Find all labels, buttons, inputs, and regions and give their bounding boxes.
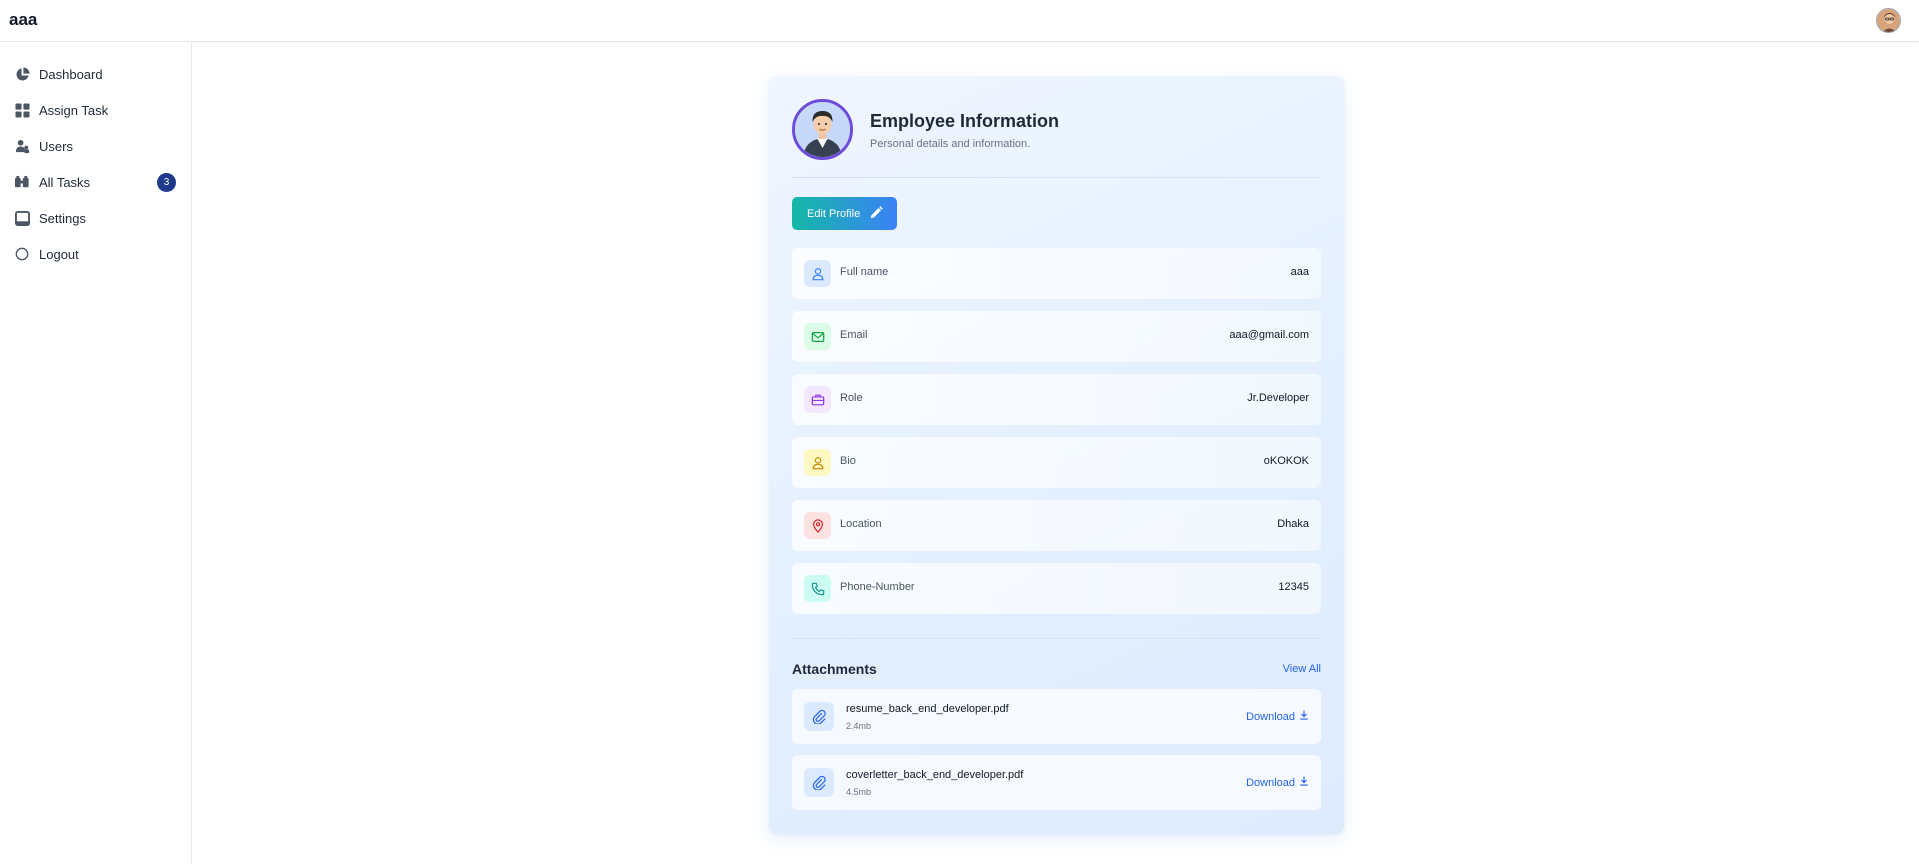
info-row-email: Email aaa@gmail.com xyxy=(792,311,1321,362)
sidebar-item-all-tasks[interactable]: All Tasks 3 xyxy=(0,167,191,197)
attachment-item: coverletter_back_end_developer.pdf 4.5mb… xyxy=(792,755,1321,810)
field-label: Phone-Number xyxy=(840,581,915,593)
users-icon xyxy=(14,138,30,154)
square-icon xyxy=(14,210,30,226)
page-subtitle: Personal details and information. xyxy=(870,138,1031,150)
sidebar-item-label: All Tasks xyxy=(39,174,91,190)
sidebar: Dashboard Assign Task Users All Tasks 3 … xyxy=(0,42,192,864)
paperclip-icon xyxy=(804,702,834,731)
field-value: 12345 xyxy=(1278,581,1309,593)
sidebar-item-settings[interactable]: Settings xyxy=(0,203,191,233)
sidebar-item-logout[interactable]: Logout xyxy=(0,239,191,269)
sidebar-item-label: Dashboard xyxy=(39,66,103,82)
edit-profile-label: Edit Profile xyxy=(807,207,861,220)
mail-icon xyxy=(804,323,831,350)
field-label: Location xyxy=(840,518,882,530)
field-label: Full name xyxy=(840,266,889,278)
pie-chart-icon xyxy=(14,66,30,82)
attachment-size: 4.5mb xyxy=(846,787,872,797)
download-button[interactable]: Download xyxy=(1246,776,1309,789)
field-value: Jr.Developer xyxy=(1247,392,1309,404)
field-value: aaa@gmail.com xyxy=(1229,329,1309,341)
edit-profile-button[interactable]: Edit Profile xyxy=(792,197,897,230)
download-button[interactable]: Download xyxy=(1246,710,1309,723)
sidebar-item-label: Assign Task xyxy=(39,102,109,118)
download-label: Download xyxy=(1246,776,1295,789)
sidebar-item-label: Users xyxy=(39,138,73,154)
map-pin-icon xyxy=(804,512,831,539)
sidebar-item-label: Settings xyxy=(39,210,86,226)
download-icon xyxy=(1299,776,1309,789)
download-icon xyxy=(1299,710,1309,723)
circle-icon xyxy=(14,246,30,262)
person-icon xyxy=(804,449,831,476)
field-label: Bio xyxy=(840,455,856,467)
sidebar-item-users[interactable]: Users xyxy=(0,131,191,161)
attachments-heading: Attachments xyxy=(792,661,877,677)
paperclip-icon xyxy=(804,768,834,797)
info-row-full-name: Full name aaa xyxy=(792,248,1321,299)
briefcase-icon xyxy=(804,386,831,413)
page-title: Employee Information xyxy=(870,111,1060,131)
attachment-name: resume_back_end_developer.pdf xyxy=(846,703,1009,715)
user-icon xyxy=(804,260,831,287)
employee-info-card: Employee Information Personal details an… xyxy=(769,76,1344,834)
pencil-icon xyxy=(869,206,883,223)
phone-icon xyxy=(804,575,831,602)
view-all-link[interactable]: View All xyxy=(1283,663,1321,675)
section-divider xyxy=(792,638,1321,639)
tasks-icon xyxy=(14,174,30,190)
info-row-bio: Bio oKOKOK xyxy=(792,437,1321,488)
info-row-role: Role Jr.Developer xyxy=(792,374,1321,425)
attachment-name: coverletter_back_end_developer.pdf xyxy=(846,769,1024,781)
info-row-phone: Phone-Number 12345 xyxy=(792,563,1321,614)
grid-icon xyxy=(14,102,30,118)
header-divider xyxy=(792,177,1321,178)
sidebar-item-dashboard[interactable]: Dashboard xyxy=(0,59,191,89)
field-value: oKOKOK xyxy=(1263,455,1309,467)
brand-title[interactable]: aaa xyxy=(9,10,37,30)
user-avatar[interactable] xyxy=(1876,8,1901,33)
field-label: Role xyxy=(840,392,863,404)
field-value: Dhaka xyxy=(1277,518,1309,530)
sidebar-item-label: Logout xyxy=(39,246,79,262)
task-count-badge: 3 xyxy=(157,172,176,192)
field-label: Email xyxy=(840,329,868,341)
attachment-item: resume_back_end_developer.pdf 2.4mb Down… xyxy=(792,689,1321,744)
sidebar-item-assign-task[interactable]: Assign Task xyxy=(0,95,191,125)
download-label: Download xyxy=(1246,710,1295,723)
profile-avatar xyxy=(792,99,853,160)
attachment-size: 2.4mb xyxy=(846,721,872,731)
field-value: aaa xyxy=(1290,266,1309,278)
info-row-location: Location Dhaka xyxy=(792,500,1321,551)
top-bar: aaa xyxy=(0,0,1919,42)
